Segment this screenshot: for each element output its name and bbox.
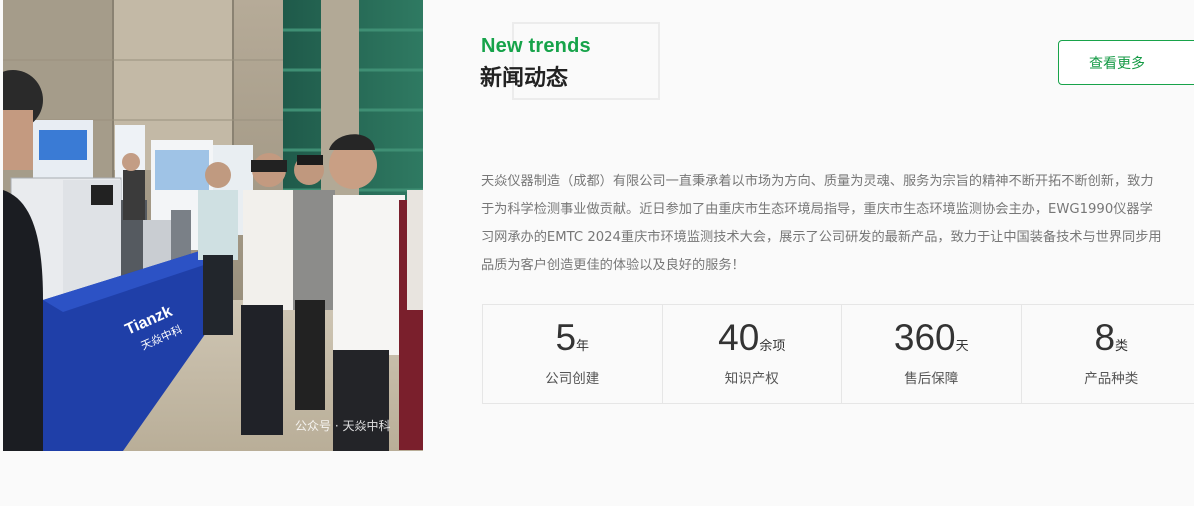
section-title-en: New trends [481, 35, 591, 57]
stat-label: 产品种类 [1084, 371, 1139, 387]
stats-panel: 5年 公司创建 40余项 知识产权 360天 售后保障 8类 产品种类 [482, 304, 1194, 404]
stat-unit: 余项 [759, 339, 786, 354]
stat-label: 售后保障 [904, 371, 959, 387]
stat-item-product-types: 8类 产品种类 [1022, 305, 1194, 403]
description-line: 天焱仪器制造（成都）有限公司一直秉承着以市场为方向、质量为灵魂、服务为宗旨的精神… [481, 174, 1154, 189]
description-line: 品质为客户创造更佳的体验以及良好的服务！ [481, 258, 745, 273]
news-description: 天焱仪器制造（成都）有限公司一直秉承着以市场为方向、质量为灵魂、服务为宗旨的精神… [481, 168, 1194, 280]
stat-item-founded: 5年 公司创建 [483, 305, 663, 403]
news-section: Tianzk 天焱中科 公众号 · 天焱中科 New trends 新闻动态 查… [0, 0, 1194, 506]
exhibition-photo-illustration: Tianzk 天焱中科 公众号 · 天焱中科 [3, 0, 423, 451]
stat-label: 公司创建 [545, 371, 600, 387]
stat-value: 360 [893, 317, 956, 358]
description-line: 习网承办的EMTC 2024重庆市环境监测技术大会，展示了公司研发的最新产品，致… [481, 230, 1162, 245]
stat-item-ip: 40余项 知识产权 [663, 305, 842, 403]
description-line: 于为科学检测事业做贡献。近日参加了由重庆市生态环境局指导，重庆市生态环境监测协会… [481, 202, 1153, 217]
stat-value: 5 [555, 317, 577, 358]
stat-unit: 类 [1115, 339, 1129, 354]
view-more-button[interactable]: 查看更多 [1058, 40, 1194, 85]
stat-unit: 天 [955, 339, 969, 354]
photo-watermark: 公众号 · 天焱中科 [295, 418, 390, 433]
stat-label: 知识产权 [724, 371, 779, 387]
stat-unit: 年 [576, 339, 590, 354]
stat-value: 8 [1094, 317, 1116, 358]
stat-value: 40 [718, 317, 760, 358]
stat-item-after-sales: 360天 售后保障 [842, 305, 1022, 403]
news-photo[interactable]: Tianzk 天焱中科 公众号 · 天焱中科 [3, 0, 423, 451]
section-title-cn: 新闻动态 [480, 66, 569, 91]
